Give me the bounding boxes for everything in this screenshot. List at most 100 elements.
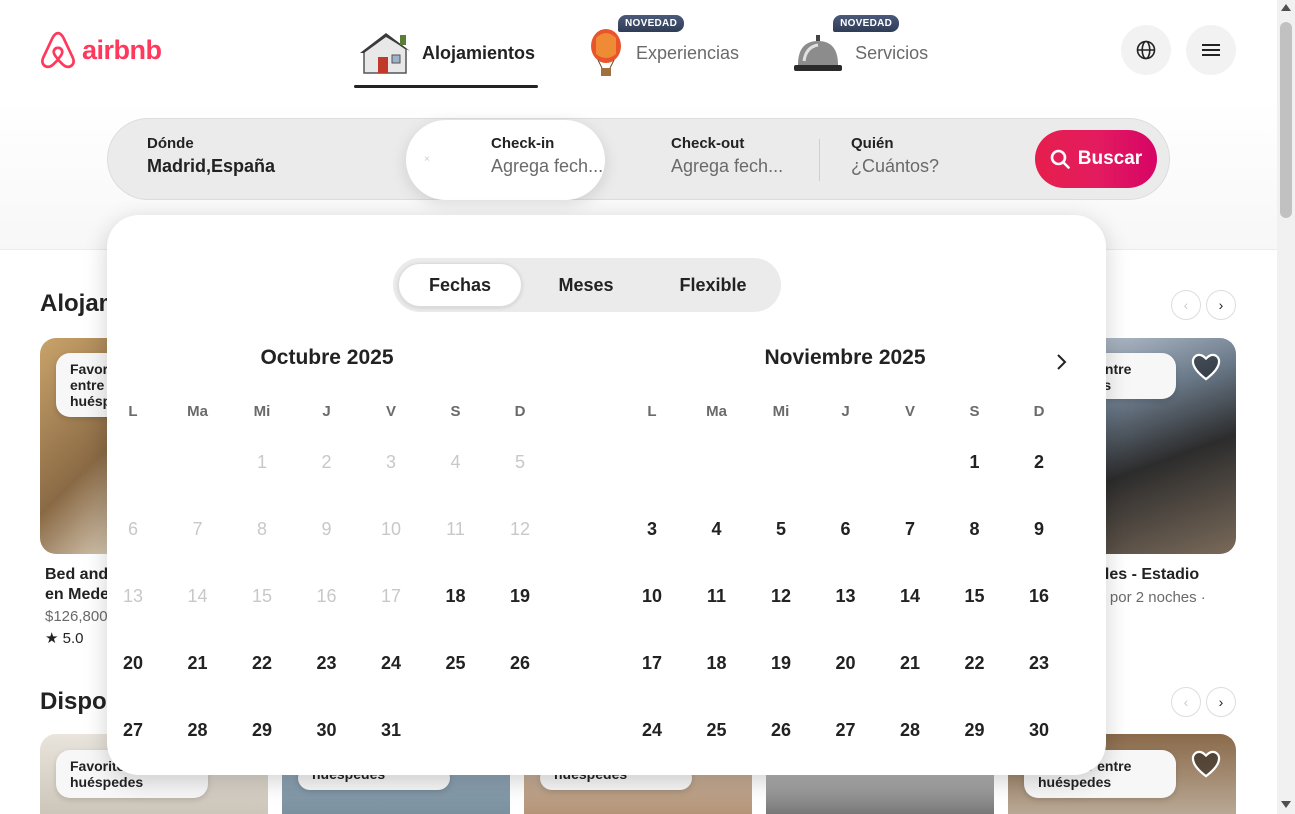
scroll-up-icon[interactable] (1281, 4, 1291, 11)
heart-icon[interactable] (1191, 750, 1221, 778)
where-field[interactable]: Dónde Madrid,España (147, 119, 387, 199)
calendar-day[interactable]: 28 (878, 698, 942, 762)
who-field[interactable]: Quién ¿Cuántos? (851, 119, 1011, 199)
checkout-field[interactable]: Check-out Agrega fech... (671, 119, 787, 199)
calendar-day[interactable]: 28 (166, 698, 230, 762)
page-scrollbar[interactable] (1277, 0, 1295, 814)
weekday-label: L (647, 403, 657, 420)
calendar-day[interactable]: 6 (814, 497, 878, 561)
chevron-right-icon: › (1218, 297, 1224, 313)
prev-arrow-button[interactable]: ‹ (1171, 290, 1201, 320)
calendar-day[interactable]: 3 (620, 497, 684, 561)
header: airbnb Alojamientos NOVEDAD Experiencias… (0, 0, 1277, 250)
calendar-day[interactable]: 19 (749, 631, 813, 695)
tab-servicios[interactable]: NOVEDAD Servicios (787, 15, 932, 88)
clear-icon[interactable]: × (424, 154, 430, 165)
hamburger-menu-icon (1202, 44, 1220, 56)
calendar-day[interactable]: 22 (230, 631, 294, 695)
calendar-day[interactable]: 29 (230, 698, 294, 762)
who-title: Quién (851, 135, 894, 152)
calendar-day: 14 (187, 585, 208, 606)
next-arrow-button[interactable]: › (1206, 687, 1236, 717)
calendar-day[interactable]: 19 (488, 564, 552, 628)
calendar-day[interactable]: 4 (685, 497, 749, 561)
calendar-day[interactable]: 30 (1007, 698, 1071, 762)
scrollbar-thumb[interactable] (1280, 22, 1292, 218)
calendar-day: 6 (127, 518, 138, 539)
tab-flexible[interactable]: Flexible (650, 263, 776, 307)
calendar-day: 7 (192, 518, 203, 539)
calendar-day[interactable]: 15 (943, 564, 1007, 628)
calendar-day[interactable]: 2 (1007, 430, 1071, 494)
calendar-day[interactable]: 27 (814, 698, 878, 762)
calendar-day[interactable]: 26 (749, 698, 813, 762)
calendar-day[interactable]: 20 (101, 631, 165, 695)
calendar-day[interactable]: 31 (359, 698, 423, 762)
calendar-day[interactable]: 9 (1007, 497, 1071, 561)
calendar-day[interactable]: 7 (878, 497, 942, 561)
calendar-day[interactable]: 21 (878, 631, 942, 695)
calendar-day[interactable]: 14 (878, 564, 942, 628)
heart-icon[interactable] (1191, 353, 1221, 381)
airbnb-logo[interactable]: airbnb (40, 30, 162, 70)
calendar-day[interactable]: 26 (488, 631, 552, 695)
calendar-day[interactable]: 13 (814, 564, 878, 628)
calendar-day[interactable]: 17 (620, 631, 684, 695)
service-bell-icon (791, 28, 845, 78)
calendar-day[interactable]: 23 (1007, 631, 1071, 695)
where-title: Dónde (147, 135, 194, 152)
calendar-day: 12 (509, 518, 531, 539)
weekday-label: L (128, 403, 138, 420)
globe-icon (1136, 40, 1156, 60)
new-badge: NOVEDAD (833, 15, 900, 32)
calendar-day[interactable]: 25 (685, 698, 749, 762)
tab-label: Experiencias (636, 42, 740, 63)
tab-label: Servicios (855, 42, 929, 63)
calendar-day[interactable]: 16 (1007, 564, 1071, 628)
calendar-day[interactable]: 24 (620, 698, 684, 762)
language-button[interactable] (1121, 25, 1171, 75)
tab-experiencias[interactable]: NOVEDAD Experiencias (582, 15, 743, 88)
search-bar: Dónde Madrid,España × Check-in Agrega fe… (107, 118, 1170, 200)
weekday-label: J (322, 403, 331, 420)
calendar-day: 11 (446, 518, 465, 539)
calendar-day[interactable]: 22 (943, 631, 1007, 695)
listing-rating: ★ 5.0 (45, 630, 84, 647)
next-month-button[interactable] (1045, 346, 1077, 378)
weekday-label: Ma (187, 403, 208, 420)
calendar-day[interactable]: 25 (424, 631, 488, 695)
checkin-field[interactable]: Check-in Agrega fech... (491, 119, 603, 199)
calendar-day[interactable]: 12 (749, 564, 813, 628)
tab-fechas[interactable]: Fechas (398, 263, 522, 307)
calendar-day[interactable]: 23 (295, 631, 359, 695)
calendar-day[interactable]: 11 (685, 564, 749, 628)
menu-button[interactable] (1186, 25, 1236, 75)
scroll-down-icon[interactable] (1281, 801, 1291, 808)
calendar-day[interactable]: 24 (359, 631, 423, 695)
calendar-day: 8 (256, 518, 267, 539)
chevron-right-icon (1057, 354, 1067, 370)
calendar-day[interactable]: 8 (943, 497, 1007, 561)
weekday-label: D (514, 403, 526, 420)
calendar-day[interactable]: 18 (685, 631, 749, 695)
tab-meses[interactable]: Meses (523, 263, 649, 307)
calendar-day[interactable]: 10 (620, 564, 684, 628)
search-button[interactable]: Buscar (1035, 130, 1157, 188)
prev-arrow-button[interactable]: ‹ (1171, 687, 1201, 717)
calendar-day[interactable]: 20 (814, 631, 878, 695)
checkin-title: Check-in (491, 135, 555, 152)
checkout-value: Agrega fech... (671, 156, 784, 176)
next-arrow-button[interactable]: › (1206, 290, 1236, 320)
calendar-day[interactable]: 18 (424, 564, 488, 628)
calendar-day[interactable]: 27 (101, 698, 165, 762)
calendar-day: 2 (321, 451, 332, 472)
listing-title[interactable]: eles - Estadio (1096, 565, 1199, 585)
calendar-day[interactable]: 29 (943, 698, 1007, 762)
calendar-day[interactable]: 21 (166, 631, 230, 695)
tab-alojamientos[interactable]: Alojamientos (354, 18, 538, 88)
who-value: ¿Cuántos? (851, 156, 940, 176)
calendar-day[interactable]: 1 (943, 430, 1007, 494)
calendar-day[interactable]: 5 (749, 497, 813, 561)
calendar-day[interactable]: 30 (295, 698, 359, 762)
checkin-value: Agrega fech... (491, 156, 603, 176)
